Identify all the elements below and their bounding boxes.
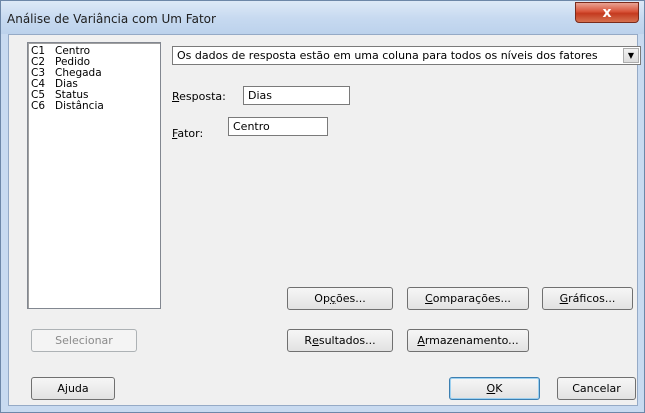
graphs-button[interactable]: Gráficos... [542, 287, 633, 310]
factor-label: Fator: [172, 127, 204, 140]
options-button[interactable]: Op ç ões... [287, 287, 393, 310]
storage-button[interactable]: Armazenamento... [407, 329, 529, 352]
variable-code: C6 [31, 100, 46, 112]
ok-button[interactable]: OK [449, 377, 540, 400]
close-button[interactable]: x [575, 2, 639, 23]
variable-name: Distância [55, 100, 104, 112]
variable-list-item[interactable]: C6 Distância [31, 101, 160, 112]
dialog-window: Análise de Variância com Um Fator x C1 C… [0, 0, 645, 413]
data-layout-dropdown[interactable]: Os dados de resposta estão em uma coluna… [172, 46, 641, 65]
dialog-title: Análise de Variância com Um Fator [7, 12, 216, 26]
select-button[interactable]: Selecionar [31, 329, 137, 352]
response-field[interactable]: Dias [243, 86, 350, 105]
response-label: Resposta: [172, 90, 226, 103]
title-bar[interactable]: Análise de Variância com Um Fator x [1, 1, 644, 34]
results-button[interactable]: Re sultados... [287, 329, 393, 352]
factor-field[interactable]: Centro [228, 117, 328, 136]
variable-list-item[interactable]: C1 Centro [31, 46, 160, 57]
close-icon: x [602, 4, 612, 21]
variable-list[interactable]: C1 Centro C2 Pedido C3 Chegada C4 Dias C… [27, 42, 161, 309]
variable-list-item[interactable]: C3 Chegada [31, 68, 160, 79]
variable-list-item[interactable]: C4 Dias [31, 79, 160, 90]
dialog-client-area: C1 Centro C2 Pedido C3 Chegada C4 Dias C… [8, 34, 641, 406]
cancel-button[interactable]: Cancelar [557, 377, 636, 400]
data-layout-selected-value: Os dados de resposta estão em uma coluna… [177, 49, 598, 62]
comparisons-button[interactable]: Comparações... [407, 287, 529, 310]
help-button[interactable]: Ajuda [31, 377, 115, 400]
chevron-down-icon[interactable]: ▼ [623, 48, 639, 63]
